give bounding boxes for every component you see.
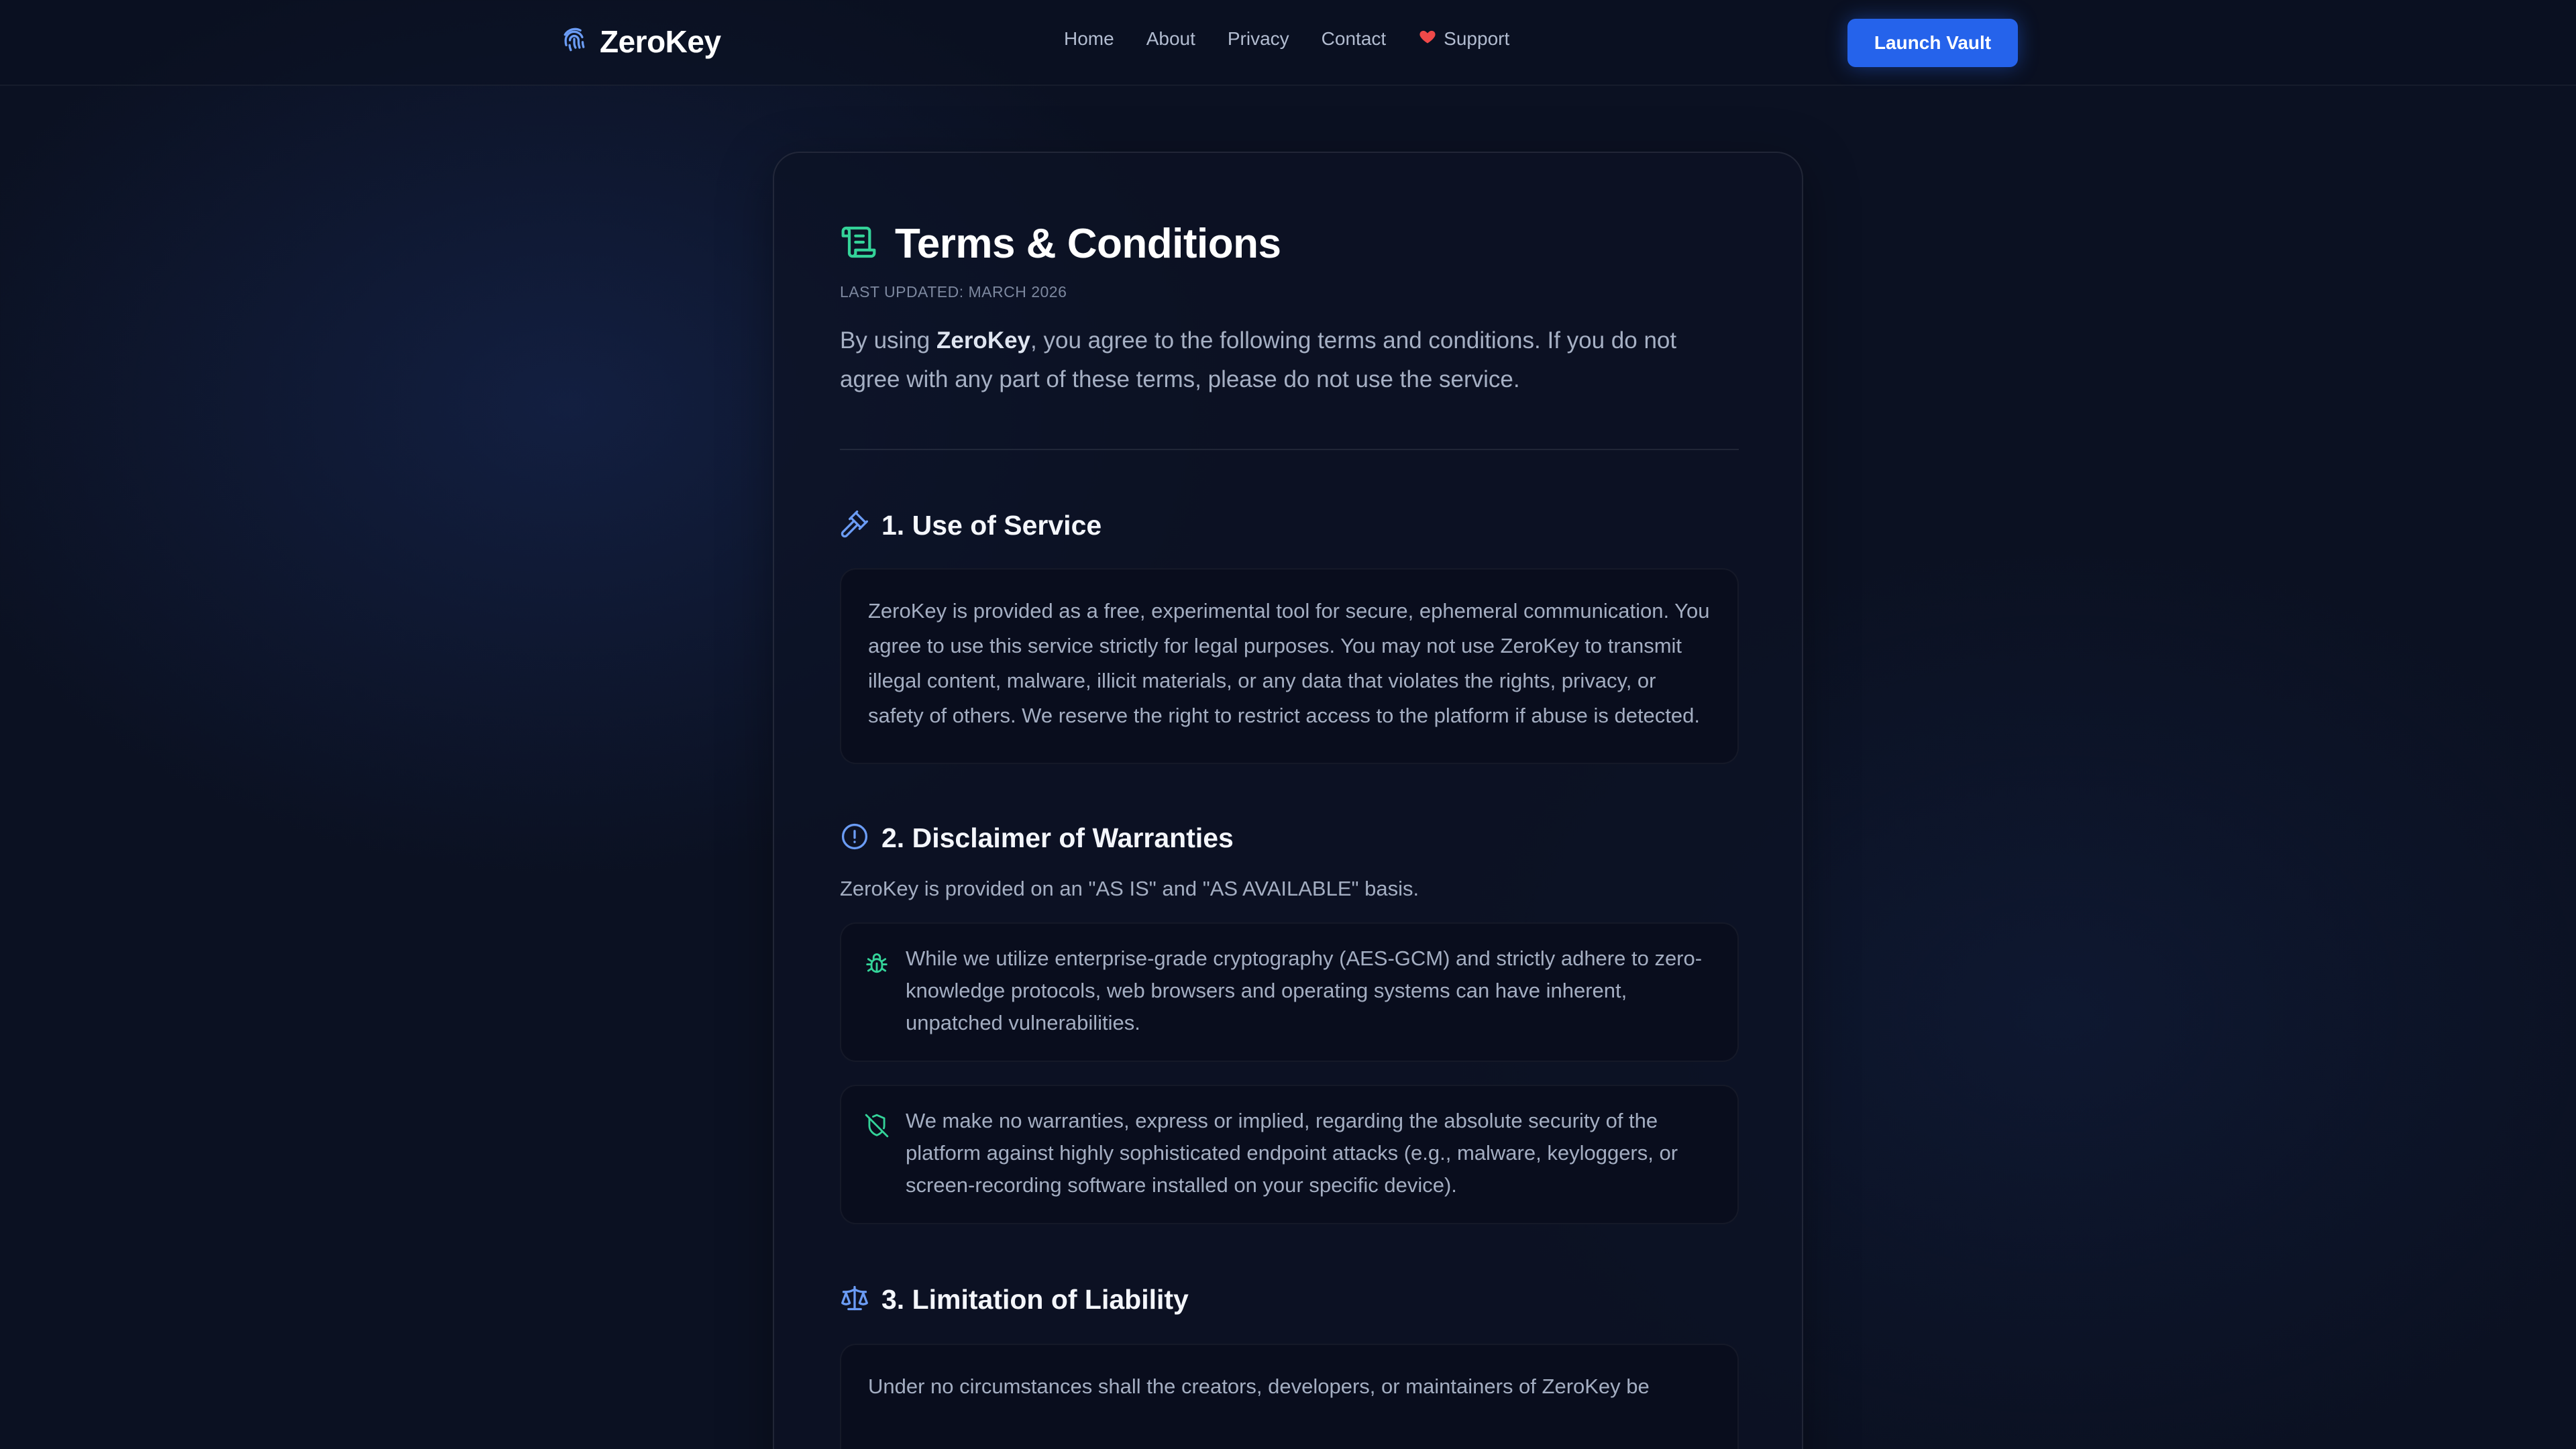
nav-link-contact[interactable]: Contact: [1322, 28, 1387, 50]
section-heading-liability: 3. Limitation of Liability: [840, 1281, 1739, 1318]
disclaimer-point: We make no warranties, express or implie…: [840, 1085, 1739, 1224]
use-of-service-box: ZeroKey is provided as a free, experimen…: [840, 568, 1739, 764]
nav-link-about[interactable]: About: [1146, 28, 1195, 50]
liability-box: Under no circumstances shall the creator…: [840, 1344, 1739, 1449]
disclaimer-point: While we utilize enterprise-grade crypto…: [840, 922, 1739, 1062]
section-title-liability: 3. Limitation of Liability: [881, 1283, 1189, 1315]
intro-brand: ZeroKey: [936, 327, 1031, 354]
brand-logo[interactable]: ZeroKey: [559, 21, 721, 62]
heart-icon: [1418, 27, 1437, 50]
disclaimer-point-text: While we utilize enterprise-grade crypto…: [906, 947, 1703, 1034]
gavel-icon: [840, 509, 869, 542]
disclaimer-lead: ZeroKey is provided on an "AS IS" and "A…: [840, 877, 1419, 900]
scale-icon: [840, 1283, 869, 1316]
section-title-use: 1. Use of Service: [881, 509, 1102, 541]
shield-off-icon: [864, 1105, 890, 1142]
navbar-inner: ZeroKey Home About Privacy Contact Suppo…: [559, 0, 2018, 86]
page-title-row: Terms & Conditions: [840, 213, 1739, 274]
section-heading-disclaimer: 2. Disclaimer of Warranties: [840, 819, 1739, 857]
nav-link-support[interactable]: Support: [1418, 27, 1509, 50]
terms-content: Terms & Conditions LAST UPDATED: MARCH 2…: [840, 213, 1739, 1449]
last-updated: LAST UPDATED: MARCH 2026: [840, 283, 1067, 301]
disclaimer-point-text: We make no warranties, express or implie…: [906, 1109, 1678, 1197]
support-label: Support: [1444, 28, 1510, 49]
terms-card: Terms & Conditions LAST UPDATED: MARCH 2…: [773, 152, 1803, 1449]
divider: [840, 449, 1739, 450]
intro-paragraph: By using ZeroKey, you agree to the follo…: [840, 321, 1739, 399]
nav-links: Home About Privacy Contact Support: [1064, 27, 1509, 50]
brand-name: ZeroKey: [600, 24, 721, 59]
alert-circle-icon: [840, 822, 869, 855]
section-title-disclaimer: 2. Disclaimer of Warranties: [881, 822, 1234, 853]
section-heading-use: 1. Use of Service: [840, 506, 1739, 544]
nav-link-privacy[interactable]: Privacy: [1228, 28, 1289, 50]
intro-text-start: By using: [840, 327, 936, 354]
nav-link-home[interactable]: Home: [1064, 28, 1114, 50]
fingerprint-icon: [559, 25, 589, 58]
launch-vault-button[interactable]: Launch Vault: [1847, 19, 2018, 67]
use-of-service-text: ZeroKey is provided as a free, experimen…: [868, 599, 1710, 727]
bug-icon: [864, 943, 890, 979]
liability-text: Under no circumstances shall the creator…: [868, 1375, 1650, 1398]
navbar: ZeroKey Home About Privacy Contact Suppo…: [0, 0, 2576, 86]
scroll-icon: [840, 223, 877, 264]
page-title: Terms & Conditions: [895, 220, 1281, 267]
